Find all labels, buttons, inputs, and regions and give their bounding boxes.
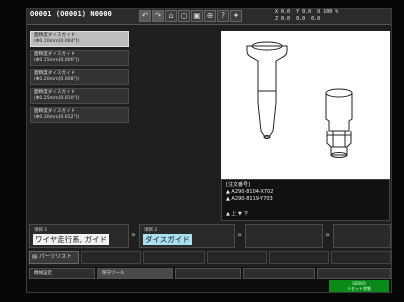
- tab-bar: 機械設定 保守ツール: [27, 267, 391, 279]
- parts-cell[interactable]: [143, 251, 205, 264]
- order-number-panel: [注文番号] ▲ A290-8104-X702 ▲ A290-8119-Y703…: [221, 179, 390, 221]
- parts-icon: ▤: [32, 254, 38, 260]
- tool-list: 面精度ダイスガイド (Φ0.10mm[0.004"]) 面精度ダイスガイド (Φ…: [30, 31, 129, 126]
- redo-icon[interactable]: ↷: [152, 10, 164, 22]
- list-item[interactable]: 面精度ダイスガイド (Φ0.25mm[0.010"]): [30, 88, 129, 104]
- chevron-right-icon: »: [325, 230, 330, 239]
- order-number[interactable]: ▲ A290-8104-X702: [226, 189, 385, 196]
- tab-empty[interactable]: [243, 268, 315, 279]
- coord-u: 0.0: [296, 16, 306, 22]
- scroll-nav[interactable]: ▲ 上 ▼ 下: [226, 211, 248, 218]
- tab-maintenance-tools[interactable]: 保守ツール: [97, 268, 173, 279]
- parts-cell[interactable]: [269, 251, 329, 264]
- order-heading: [注文番号]: [226, 182, 250, 188]
- coord-v: 0.0: [311, 16, 321, 22]
- undo-icon[interactable]: ↶: [139, 10, 151, 22]
- category-selector: 項目 1 ワイヤ走行系, ガイド » 項目 2 ダイスガイド » »: [29, 224, 391, 248]
- monitor-bezel: O0001 (O0001) N0000 ↶ ↷ ⌂ ○ ▣ ⊕ ? ✦ X 0.…: [0, 0, 404, 302]
- settings-icon[interactable]: ✦: [230, 10, 242, 22]
- part-drawing: [221, 31, 390, 179]
- list-item-spec: (Φ0.20mm[0.008"]): [34, 77, 80, 82]
- chevron-right-icon: »: [131, 230, 136, 239]
- program-number: O0001 (O0001) N0000: [30, 10, 112, 18]
- parts-list-label: パーツリスト: [38, 254, 72, 260]
- parts-bar: ▤ パーツリスト: [29, 251, 391, 265]
- item2-field[interactable]: 項目 2 ダイスガイド: [139, 224, 235, 248]
- tab-empty[interactable]: [317, 268, 391, 279]
- die-guide-drawing: [246, 41, 353, 158]
- coord-x: X 0.0: [275, 9, 291, 15]
- tab-machine-settings[interactable]: 機械設定: [29, 268, 95, 279]
- list-item[interactable]: 面精度ダイスガイド (Φ0.15mm[0.006"]): [30, 50, 129, 66]
- zoom-icon[interactable]: ○: [178, 10, 190, 22]
- item3-field[interactable]: [245, 224, 323, 248]
- coord-z: Z 0.0: [275, 16, 291, 22]
- parts-cell[interactable]: [81, 251, 141, 264]
- list-item-spec: (Φ0.25mm[0.010"]): [34, 96, 80, 101]
- tab-empty[interactable]: [175, 268, 241, 279]
- chevron-right-icon: »: [237, 230, 242, 239]
- list-item-spec: (Φ0.15mm[0.006"]): [34, 58, 80, 63]
- list-item[interactable]: 面精度ダイスガイド (Φ0.30mm[0.012"]): [30, 107, 129, 123]
- cnc-screen: O0001 (O0001) N0000 ↶ ↷ ⌂ ○ ▣ ⊕ ? ✦ X 0.…: [26, 8, 392, 293]
- reset-state-label: リセット状態: [347, 286, 371, 291]
- item1-value[interactable]: ワイヤ走行系, ガイド: [33, 234, 110, 245]
- item1-field[interactable]: 項目 1 ワイヤ走行系, ガイド: [29, 224, 129, 248]
- home-icon[interactable]: ⌂: [165, 10, 177, 22]
- list-item-spec: (Φ0.10mm[0.004"]): [34, 39, 80, 44]
- bottom-status: SERVO リセット状態: [27, 279, 391, 292]
- servo-status-badge: SERVO リセット状態: [329, 280, 389, 292]
- toolbar: ↶ ↷ ⌂ ○ ▣ ⊕ ? ✦: [139, 10, 242, 23]
- item4-field[interactable]: [333, 224, 391, 248]
- order-number[interactable]: ▲ A290-8119-Y703: [226, 196, 385, 203]
- tool-icon[interactable]: ⊕: [204, 10, 216, 22]
- item1-label: 項目 1: [34, 228, 48, 233]
- list-item[interactable]: 面精度ダイスガイド (Φ0.20mm[0.008"]): [30, 69, 129, 85]
- coord-y: Y 0.0: [296, 9, 312, 15]
- parts-list-button[interactable]: ▤ パーツリスト: [29, 251, 79, 264]
- list-item-spec: (Φ0.30mm[0.012"]): [34, 115, 80, 120]
- parts-cell[interactable]: [331, 251, 391, 264]
- item2-value[interactable]: ダイスガイド: [143, 234, 192, 245]
- view-icon[interactable]: ▣: [191, 10, 203, 22]
- item2-label: 項目 2: [144, 228, 158, 233]
- feed-override: U 100 %: [317, 9, 339, 15]
- coordinate-readout: X 0.0 Y 0.0 U 100 % Z 0.0 0.0 0.0: [275, 9, 338, 23]
- help-icon[interactable]: ?: [217, 10, 229, 22]
- parts-cell[interactable]: [207, 251, 267, 264]
- list-item[interactable]: 面精度ダイスガイド (Φ0.10mm[0.004"]): [30, 31, 129, 47]
- status-bar: O0001 (O0001) N0000 ↶ ↷ ⌂ ○ ▣ ⊕ ? ✦ X 0.…: [27, 9, 391, 25]
